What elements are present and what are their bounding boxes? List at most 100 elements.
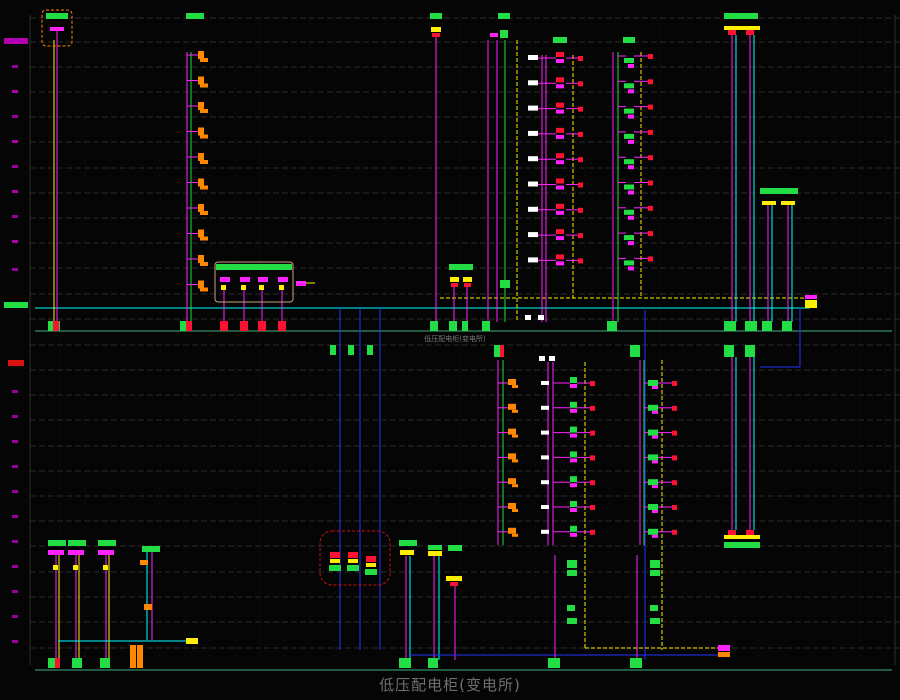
relay [648, 454, 658, 461]
breaker-coil [330, 559, 340, 563]
relay [508, 453, 516, 460]
relay [650, 618, 660, 624]
cabinet-header [449, 264, 473, 270]
breaker-coil [451, 283, 458, 287]
relay [500, 280, 510, 288]
terminal [348, 345, 354, 355]
terminal [630, 658, 642, 668]
terminal [745, 321, 757, 331]
breaker [68, 550, 84, 555]
terminal-red [590, 505, 595, 510]
relay [624, 235, 634, 241]
cabinet-header [724, 542, 760, 548]
relay-contact [570, 532, 577, 537]
bus-label: 低压配电柜(变电所) [424, 335, 486, 343]
fuse [541, 405, 549, 410]
terminal [607, 321, 617, 331]
cabinet-header [724, 13, 758, 19]
relay [428, 545, 442, 550]
relay-contact [652, 410, 658, 414]
terminal-red [53, 321, 59, 331]
side-marker [12, 65, 18, 68]
fuse [528, 257, 538, 263]
relay-contact [652, 485, 658, 489]
terminal [630, 345, 640, 357]
side-marker [12, 565, 18, 568]
relay-contact [200, 83, 208, 88]
relay-contact [628, 114, 634, 119]
relay [556, 229, 564, 235]
fuse [528, 105, 538, 111]
terminal-red [590, 455, 595, 461]
breaker-coil [259, 285, 264, 290]
side-marker [12, 165, 18, 168]
relay-contact [200, 134, 208, 139]
relay-contact [628, 165, 634, 170]
relay [648, 504, 658, 510]
fuse [528, 206, 538, 212]
relay [556, 153, 564, 159]
relay-contact [556, 84, 564, 89]
terminal-red [590, 405, 595, 411]
terminal [482, 321, 490, 331]
relay-contact [512, 409, 518, 413]
breaker [98, 550, 114, 555]
breaker-coil [464, 283, 471, 287]
breaker-coil [348, 559, 358, 563]
side-marker [12, 615, 18, 618]
cabinet-header [399, 540, 417, 546]
breaker-coil [103, 565, 108, 570]
terminal [365, 569, 377, 575]
relay [648, 479, 658, 486]
relay-contact [512, 434, 518, 438]
relay [198, 76, 204, 85]
terminal-red [672, 529, 677, 535]
terminal-red [220, 321, 228, 331]
fuse [528, 130, 538, 136]
terminal [347, 565, 359, 571]
relay [624, 108, 634, 114]
relay-contact [556, 261, 564, 266]
relay [500, 30, 508, 38]
side-marker [12, 640, 18, 643]
side-marker [12, 190, 18, 193]
relay [198, 280, 204, 289]
side-marker [12, 590, 18, 593]
breaker [48, 550, 64, 555]
relay-contact [556, 210, 564, 215]
relay [556, 102, 564, 108]
side-marker [12, 140, 18, 143]
relay [648, 404, 658, 411]
relay [130, 645, 136, 668]
meter [805, 295, 817, 299]
relay-contact [628, 266, 634, 271]
breaker [278, 277, 288, 282]
relay-contact [628, 64, 634, 68]
breaker-coil [279, 285, 284, 290]
relay-contact [556, 185, 564, 190]
relay [648, 380, 658, 386]
relay [556, 77, 564, 83]
relay-contact [200, 160, 208, 164]
relay-contact [200, 262, 208, 266]
breaker-coil [728, 30, 736, 35]
terminal-red [648, 256, 653, 262]
breaker-coil [450, 582, 458, 586]
relay-contact [652, 460, 658, 464]
breaker-coil [432, 33, 440, 37]
side-marker [12, 90, 18, 93]
terminal [367, 345, 373, 355]
relay-contact [570, 433, 577, 438]
breaker [490, 33, 498, 37]
terminal-red [648, 129, 653, 135]
terminal [399, 658, 411, 668]
relay-contact [512, 385, 518, 388]
terminal [449, 321, 457, 331]
page-title: 低压配电柜(变电所) [379, 676, 521, 694]
terminal-red [672, 480, 677, 486]
cabinet-header [186, 13, 204, 19]
terminal-red [55, 658, 60, 668]
breaker [781, 201, 795, 205]
terminal [724, 345, 734, 357]
fuse [549, 356, 555, 361]
